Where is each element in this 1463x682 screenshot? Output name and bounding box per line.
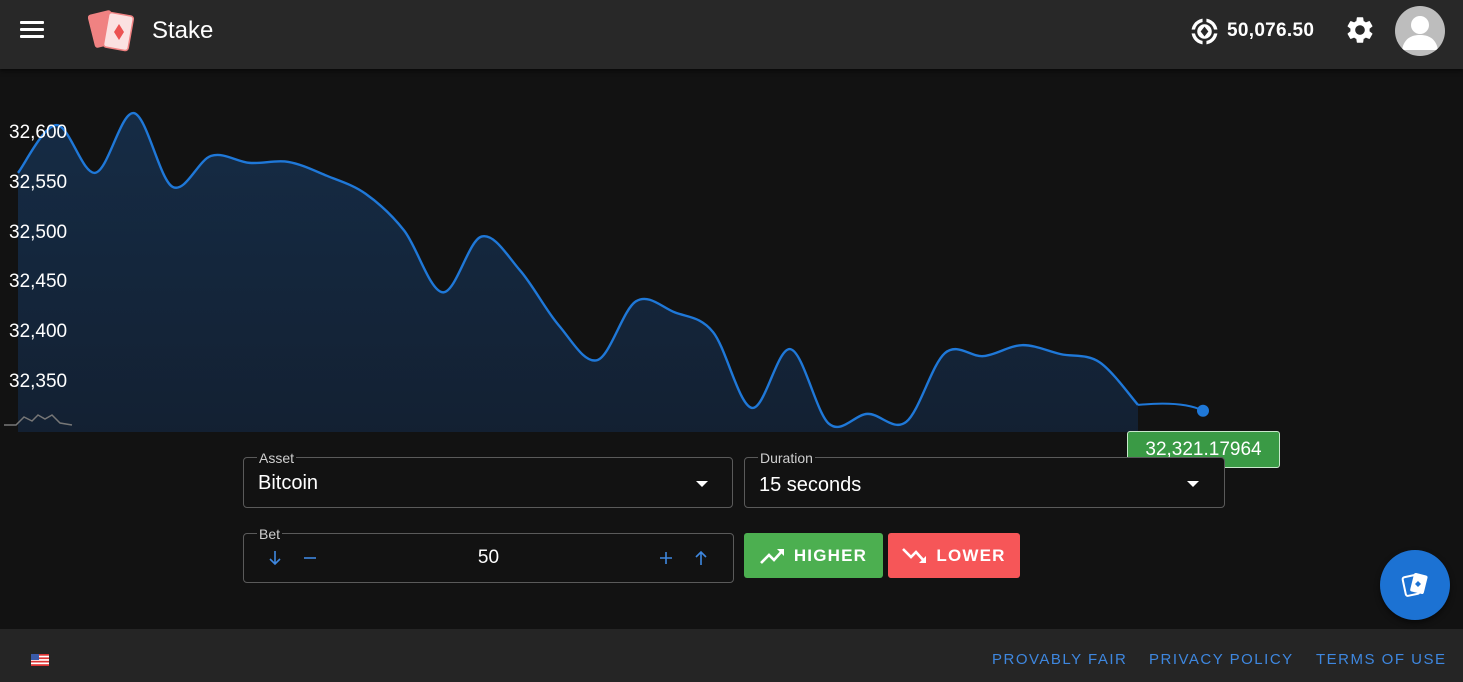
trending-up-icon	[759, 548, 784, 564]
balance-amount: 50,076.50	[1227, 20, 1315, 41]
current-price-connector	[1137, 402, 1204, 412]
bet-label: Bet	[257, 526, 283, 542]
y-axis-tick-label: 32,500	[9, 221, 68, 243]
price-chart: 32,600 32,550 32,500 32,450 32,400 32,350 32,…	[0, 69, 1463, 474]
y-axis-tick-label: 32,350	[9, 371, 68, 392]
asset-select[interactable]: Asset Bitcoin	[243, 450, 733, 508]
asset-value: Bitcoin	[258, 472, 319, 494]
terms-of-use-link[interactable]: TERMS OF USE	[1316, 651, 1447, 668]
plus-icon[interactable]	[653, 545, 679, 571]
price-chart-canvas	[4, 111, 1209, 433]
arrow-up-icon[interactable]	[688, 545, 714, 571]
provably-fair-link[interactable]: PROVABLY FAIR	[992, 651, 1127, 668]
privacy-policy-link[interactable]: PRIVACY POLICY	[1149, 651, 1294, 668]
y-axis-tick-label: 32,600	[9, 122, 68, 143]
lower-button[interactable]: LOWER	[888, 533, 1020, 578]
duration-select[interactable]: Duration 15 seconds	[744, 450, 1225, 508]
brand-name: Stake	[152, 17, 214, 44]
y-axis-tick-label: 32,550	[9, 171, 68, 193]
y-axis-tick-label: 32,400	[9, 321, 68, 343]
trending-down-icon	[902, 547, 927, 563]
duration-label: Duration	[758, 450, 815, 466]
playing-cards-icon	[1401, 572, 1428, 597]
higher-label: HIGHER	[793, 545, 868, 565]
price-area-fill	[18, 113, 1138, 433]
lower-label: LOWER	[936, 545, 1006, 565]
chevron-down-icon[interactable]	[696, 481, 708, 487]
playing-cards-icon[interactable]	[88, 8, 138, 54]
balance-display: 50,076.50	[1190, 16, 1314, 46]
hamburger-menu-icon[interactable]	[14, 15, 50, 45]
y-axis-tick-label: 32,450	[9, 271, 68, 293]
bet-stepper[interactable]: Bet 50	[243, 526, 734, 583]
current-price-point	[1197, 404, 1209, 417]
gear-icon[interactable]	[1344, 14, 1376, 46]
us-flag-icon[interactable]	[31, 654, 49, 666]
chevron-down-icon[interactable]	[1187, 481, 1199, 487]
higher-button[interactable]: HIGHER	[744, 533, 883, 578]
footer: PROVABLY FAIR PRIVACY POLICY TERMS OF US…	[0, 629, 1463, 682]
asset-label: Asset	[257, 450, 297, 466]
app-header: Stake 50,076.50	[0, 0, 1463, 69]
floating-cards-button[interactable]	[1380, 550, 1450, 620]
casino-chip-icon	[1191, 17, 1218, 45]
duration-value: 15 seconds	[759, 474, 862, 496]
user-avatar-icon[interactable]	[1395, 6, 1445, 56]
